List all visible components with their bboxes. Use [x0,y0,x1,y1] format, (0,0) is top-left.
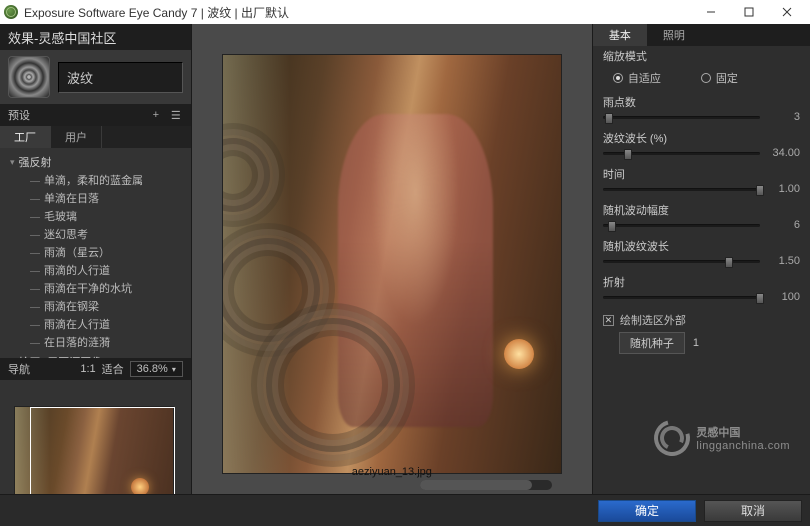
slider-label: 波纹波长 (%) [603,130,667,146]
tree-item[interactable]: 在日落的涟漪 [0,334,191,352]
canvas-panel: aeziyuan_13.jpg 之前 网格 [192,24,592,526]
effect-name-field[interactable]: 波纹 [58,62,183,93]
slider-label: 随机波纹波长 [603,238,669,254]
tab-factory[interactable]: 工厂 [0,126,51,148]
window-title: Exposure Software Eye Candy 7 | 波纹 | 出厂默… [24,4,692,21]
radio-auto[interactable]: 自适应 [613,70,661,86]
close-button[interactable] [768,1,806,23]
effects-header: 效果-灵感中国社区 [0,24,191,50]
tree-item[interactable]: 雨滴在干净的水坑 [0,280,191,298]
navigator-header: 导航 1:1 适合 36.8%▾ [0,358,191,380]
slider-0[interactable]: 3 [603,112,800,122]
preset-tree[interactable]: 强反射 单滴，柔和的蓝金属 单滴在日落 毛玻璃 迷幻思考 雨滴（星云） 雨滴的人… [0,148,191,358]
random-seed-button[interactable]: 随机种子 [619,332,685,354]
image-content [504,339,534,369]
scale-mode-label: 缩放模式 [593,46,810,66]
tree-item[interactable]: 迷幻思考 [0,226,191,244]
slider-row: 随机波纹波长 1.50 [593,236,810,272]
filename-label: aeziyuan_13.jpg [352,466,432,478]
slider-3[interactable]: 6 [603,220,800,230]
horizontal-scrollbar[interactable] [420,480,552,490]
presets-label: 预设 [8,107,30,123]
slider-value: 1.50 [760,255,800,267]
slider-value: 1.00 [760,183,800,195]
settings-panel: 基本 照明 缩放模式 自适应 固定 雨点数 3 波纹波长 (%) 34.00 时间 1.0… [592,24,810,526]
ripple-overlay [263,315,403,455]
app-logo-icon [4,5,18,19]
ripple-overlay [222,135,273,215]
radio-on-icon [613,73,623,83]
slider-label: 随机波动幅度 [603,202,669,218]
slider-row: 时间 1.00 [593,164,810,200]
settings-tabs: 基本 照明 [593,24,810,46]
dialog-buttons: 确定 取消 [0,494,810,526]
slider-label: 雨点数 [603,94,636,110]
slider-label: 折射 [603,274,625,290]
slider-label: 时间 [603,166,625,182]
presets-header: 预设 + ☰ [0,104,191,126]
slider-row: 雨点数 3 [593,92,810,128]
minimize-button[interactable] [692,1,730,23]
zoom-dropdown[interactable]: 36.8%▾ [130,361,183,377]
radio-fixed[interactable]: 固定 [701,70,738,86]
slider-value: 34.00 [760,147,800,159]
radio-off-icon [701,73,711,83]
tree-item[interactable]: 雨滴的人行道 [0,262,191,280]
tree-item[interactable]: 单滴在日落 [0,190,191,208]
zoom-fit[interactable]: 适合 [102,361,124,377]
navigator-label: 导航 [8,361,30,377]
slider-5[interactable]: 100 [603,292,800,302]
slider-row: 随机波动幅度 6 [593,200,810,236]
window-titlebar: Exposure Software Eye Candy 7 | 波纹 | 出厂默… [0,0,810,24]
tree-item[interactable]: 毛玻璃 [0,208,191,226]
zoom-ratio[interactable]: 1:1 [80,363,95,375]
navigator-viewport[interactable] [30,407,175,502]
tree-group[interactable]: 强反射 [0,152,191,172]
preview-canvas[interactable] [222,54,562,474]
effect-thumb-icon [8,56,50,98]
preset-tabs: 工厂 用户 [0,126,191,148]
maximize-button[interactable] [730,1,768,23]
tree-item[interactable]: 雨滴在钢梁 [0,298,191,316]
draw-outside-label: 绘制选区外部 [620,312,686,328]
slider-value: 100 [760,291,800,303]
slider-value: 6 [760,219,800,231]
draw-outside-checkbox[interactable]: ✕ [603,315,614,326]
preset-menu-icon[interactable]: ☰ [169,108,183,122]
add-preset-icon[interactable]: + [149,108,163,122]
tab-user[interactable]: 用户 [51,126,102,148]
seed-value: 1 [693,337,699,349]
tab-lighting[interactable]: 照明 [647,24,701,46]
slider-1[interactable]: 34.00 [603,148,800,158]
tree-item[interactable]: 雨滴（星云） [0,244,191,262]
slider-row: 折射 100 [593,272,810,308]
slider-value: 3 [760,111,800,123]
ok-button[interactable]: 确定 [598,500,696,522]
tab-basic[interactable]: 基本 [593,24,647,46]
slider-2[interactable]: 1.00 [603,184,800,194]
slider-4[interactable]: 1.50 [603,256,800,266]
cancel-button[interactable]: 取消 [704,500,802,522]
slider-row: 波纹波长 (%) 34.00 [593,128,810,164]
left-panel: 效果-灵感中国社区 波纹 预设 + ☰ 工厂 用户 强反射 单滴，柔和的蓝金属 … [0,24,192,526]
tree-item[interactable]: 雨滴在人行道 [0,316,191,334]
tree-item[interactable]: 单滴，柔和的蓝金属 [0,172,191,190]
